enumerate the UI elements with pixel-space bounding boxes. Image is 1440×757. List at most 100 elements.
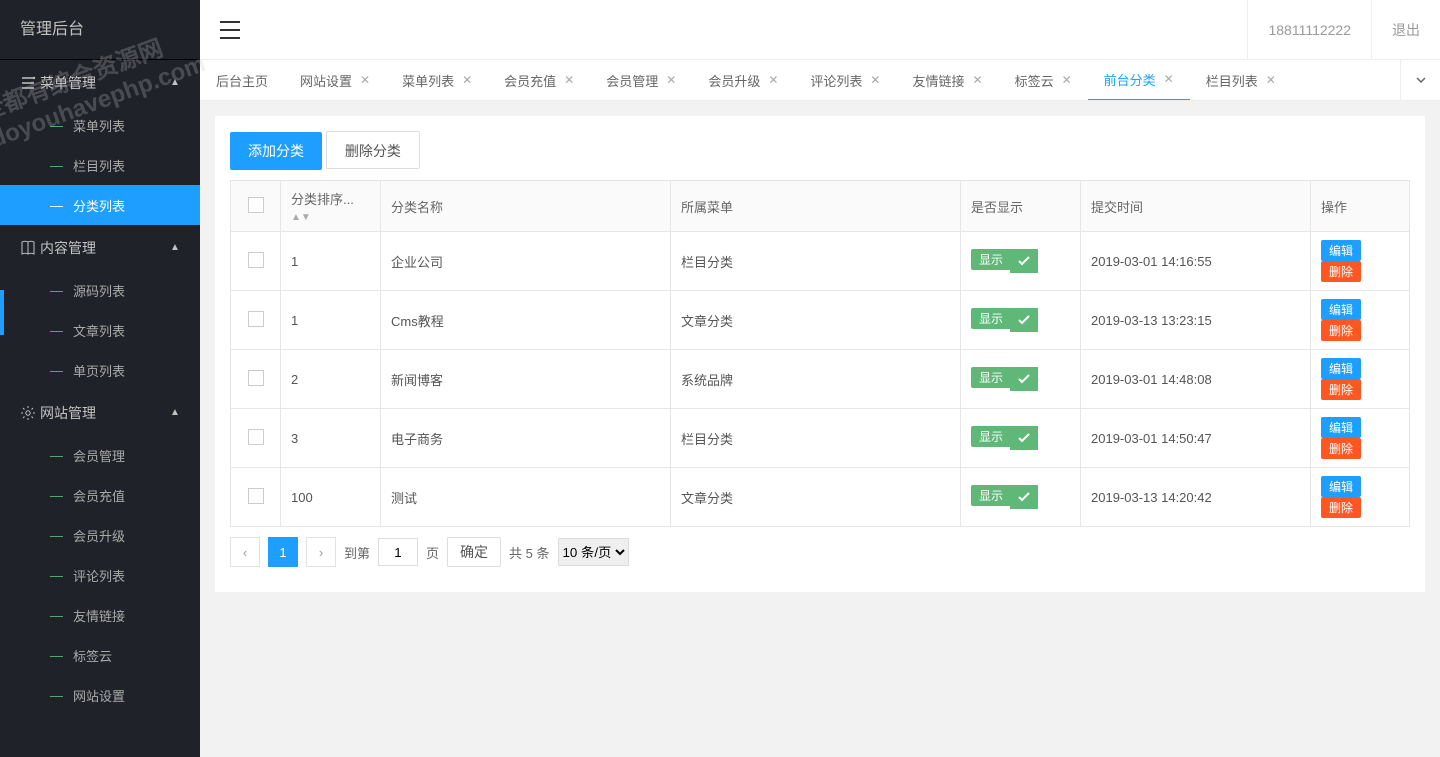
chevron-up-icon: ▲ bbox=[170, 242, 200, 253]
page-prev-button[interactable]: ‹ bbox=[230, 537, 260, 567]
row-checkbox[interactable] bbox=[248, 488, 264, 504]
close-icon[interactable]: ✕ bbox=[462, 73, 472, 87]
show-toggle-button[interactable]: 显示 bbox=[971, 485, 1011, 506]
check-icon[interactable] bbox=[1010, 249, 1038, 273]
menu-group-site[interactable]: 网站管理 ▲ bbox=[0, 390, 200, 435]
cell-sort: 3 bbox=[281, 409, 381, 468]
edit-button[interactable]: 编辑 bbox=[1321, 240, 1361, 261]
menu-group-content[interactable]: 内容管理 ▲ bbox=[0, 225, 200, 270]
menu-icon bbox=[20, 74, 40, 91]
sidebar-item-member-mgmt[interactable]: —会员管理 bbox=[0, 435, 200, 475]
edit-button[interactable]: 编辑 bbox=[1321, 358, 1361, 379]
sidebar-item-label: 文章列表 bbox=[73, 321, 125, 340]
close-icon[interactable]: ✕ bbox=[1164, 72, 1174, 86]
table-row: 100测试文章分类显示2019-03-13 14:20:42编辑 删除 bbox=[231, 468, 1410, 527]
cell-menu: 文章分类 bbox=[671, 468, 961, 527]
sidebar-item-page-list[interactable]: —单页列表 bbox=[0, 350, 200, 390]
delete-button[interactable]: 删除 bbox=[1321, 438, 1361, 459]
close-icon[interactable]: ✕ bbox=[1266, 73, 1276, 87]
cell-ops: 编辑 删除 bbox=[1311, 350, 1410, 409]
close-icon[interactable]: ✕ bbox=[1062, 73, 1072, 87]
tab-links[interactable]: 友情链接✕ bbox=[896, 60, 998, 101]
header-phone[interactable]: 18811112222 bbox=[1247, 0, 1371, 60]
row-checkbox[interactable] bbox=[248, 252, 264, 268]
sidebar-item-column-list[interactable]: —栏目列表 bbox=[0, 145, 200, 185]
sidebar-item-member-upgrade[interactable]: —会员升级 bbox=[0, 515, 200, 555]
close-icon[interactable]: ✕ bbox=[564, 73, 574, 87]
tab-front-category[interactable]: 前台分类✕ bbox=[1088, 60, 1190, 101]
delete-button[interactable]: 删除 bbox=[1321, 261, 1361, 282]
delete-button[interactable]: 删除 bbox=[1321, 497, 1361, 518]
edit-button[interactable]: 编辑 bbox=[1321, 417, 1361, 438]
show-toggle-button[interactable]: 显示 bbox=[971, 249, 1011, 270]
sidebar-item-label: 友情链接 bbox=[73, 606, 125, 625]
table-header-row: 分类排序... ▲▼ 分类名称 所属菜单 是否显示 提交时间 操作 bbox=[231, 181, 1410, 232]
dash-icon: — bbox=[50, 158, 63, 173]
sidebar-item-article-list[interactable]: —文章列表 bbox=[0, 310, 200, 350]
close-icon[interactable]: ✕ bbox=[768, 73, 778, 87]
cell-show: 显示 bbox=[961, 232, 1081, 291]
cell-ops: 编辑 删除 bbox=[1311, 232, 1410, 291]
cell-name: 企业公司 bbox=[381, 232, 671, 291]
tab-upgrade[interactable]: 会员升级✕ bbox=[692, 60, 794, 101]
page-number-button[interactable]: 1 bbox=[268, 537, 298, 567]
select-all-checkbox[interactable] bbox=[248, 197, 264, 213]
sidebar-item-comments[interactable]: —评论列表 bbox=[0, 555, 200, 595]
toolbar: 添加分类 删除分类 bbox=[230, 131, 1410, 170]
row-checkbox[interactable] bbox=[248, 311, 264, 327]
table-row: 1企业公司栏目分类显示2019-03-01 14:16:55编辑 删除 bbox=[231, 232, 1410, 291]
sort-icon[interactable]: ▲▼ bbox=[291, 212, 311, 223]
show-toggle-button[interactable]: 显示 bbox=[971, 308, 1011, 329]
th-sort[interactable]: 分类排序... bbox=[291, 192, 354, 207]
cell-name: 新闻博客 bbox=[381, 350, 671, 409]
goto-confirm-button[interactable]: 确定 bbox=[447, 537, 501, 567]
tab-recharge[interactable]: 会员充值✕ bbox=[488, 60, 590, 101]
check-icon[interactable] bbox=[1010, 308, 1038, 332]
tab-tags[interactable]: 标签云✕ bbox=[999, 60, 1088, 101]
tab-member-mgmt[interactable]: 会员管理 ✕ bbox=[590, 60, 692, 101]
row-checkbox[interactable] bbox=[248, 429, 264, 445]
tab-label: 会员管理 bbox=[606, 71, 658, 90]
add-category-button[interactable]: 添加分类 bbox=[230, 132, 322, 170]
hamburger-icon[interactable] bbox=[200, 0, 260, 60]
cell-menu: 文章分类 bbox=[671, 291, 961, 350]
per-page-select[interactable]: 10 条/页 bbox=[558, 538, 629, 566]
sidebar-item-member-recharge[interactable]: —会员充值 bbox=[0, 475, 200, 515]
edit-button[interactable]: 编辑 bbox=[1321, 299, 1361, 320]
sidebar-item-menu-list[interactable]: —菜单列表 bbox=[0, 105, 200, 145]
menu-group-menu[interactable]: 菜单管理 ▲ bbox=[0, 60, 200, 105]
tab-bar: 后台主页 网站设置✕ 菜单列表✕ 会员充值✕ 会员管理 ✕ 会员升级✕ 评论列表✕… bbox=[200, 60, 1440, 101]
delete-button[interactable]: 删除 bbox=[1321, 379, 1361, 400]
close-icon[interactable]: ✕ bbox=[973, 73, 983, 87]
close-icon[interactable]: ✕ bbox=[360, 73, 370, 87]
tab-more-dropdown[interactable] bbox=[1400, 60, 1440, 101]
tab-column-list[interactable]: 栏目列表✕ bbox=[1190, 60, 1292, 101]
tab-label: 后台主页 bbox=[216, 71, 268, 90]
tab-menu-list[interactable]: 菜单列表✕ bbox=[386, 60, 488, 101]
tab-site-settings[interactable]: 网站设置✕ bbox=[284, 60, 386, 101]
show-toggle-button[interactable]: 显示 bbox=[971, 367, 1011, 388]
logout-button[interactable]: 退出 bbox=[1371, 0, 1440, 60]
edit-button[interactable]: 编辑 bbox=[1321, 476, 1361, 497]
sidebar-item-source-list[interactable]: —源码列表 bbox=[0, 270, 200, 310]
tab-home[interactable]: 后台主页 bbox=[200, 60, 284, 101]
check-icon[interactable] bbox=[1010, 485, 1038, 509]
th-ops: 操作 bbox=[1311, 181, 1410, 232]
tab-comments[interactable]: 评论列表✕ bbox=[794, 60, 896, 101]
delete-category-button[interactable]: 删除分类 bbox=[326, 131, 420, 169]
sidebar-item-links[interactable]: —友情链接 bbox=[0, 595, 200, 635]
cell-show: 显示 bbox=[961, 350, 1081, 409]
check-icon[interactable] bbox=[1010, 426, 1038, 450]
sidebar-item-site-settings[interactable]: —网站设置 bbox=[0, 675, 200, 715]
show-toggle-button[interactable]: 显示 bbox=[971, 426, 1011, 447]
close-icon[interactable]: ✕ bbox=[666, 73, 676, 87]
sidebar-item-category-list[interactable]: —分类列表 bbox=[0, 185, 200, 225]
th-name: 分类名称 bbox=[381, 181, 671, 232]
check-icon[interactable] bbox=[1010, 367, 1038, 391]
sidebar-kebar-tags[interactable]: —标签云 bbox=[0, 635, 200, 675]
row-checkbox[interactable] bbox=[248, 370, 264, 386]
delete-button[interactable]: 删除 bbox=[1321, 320, 1361, 341]
goto-page-input[interactable] bbox=[378, 538, 418, 566]
page-next-button[interactable]: › bbox=[306, 537, 336, 567]
close-icon[interactable]: ✕ bbox=[870, 73, 880, 87]
